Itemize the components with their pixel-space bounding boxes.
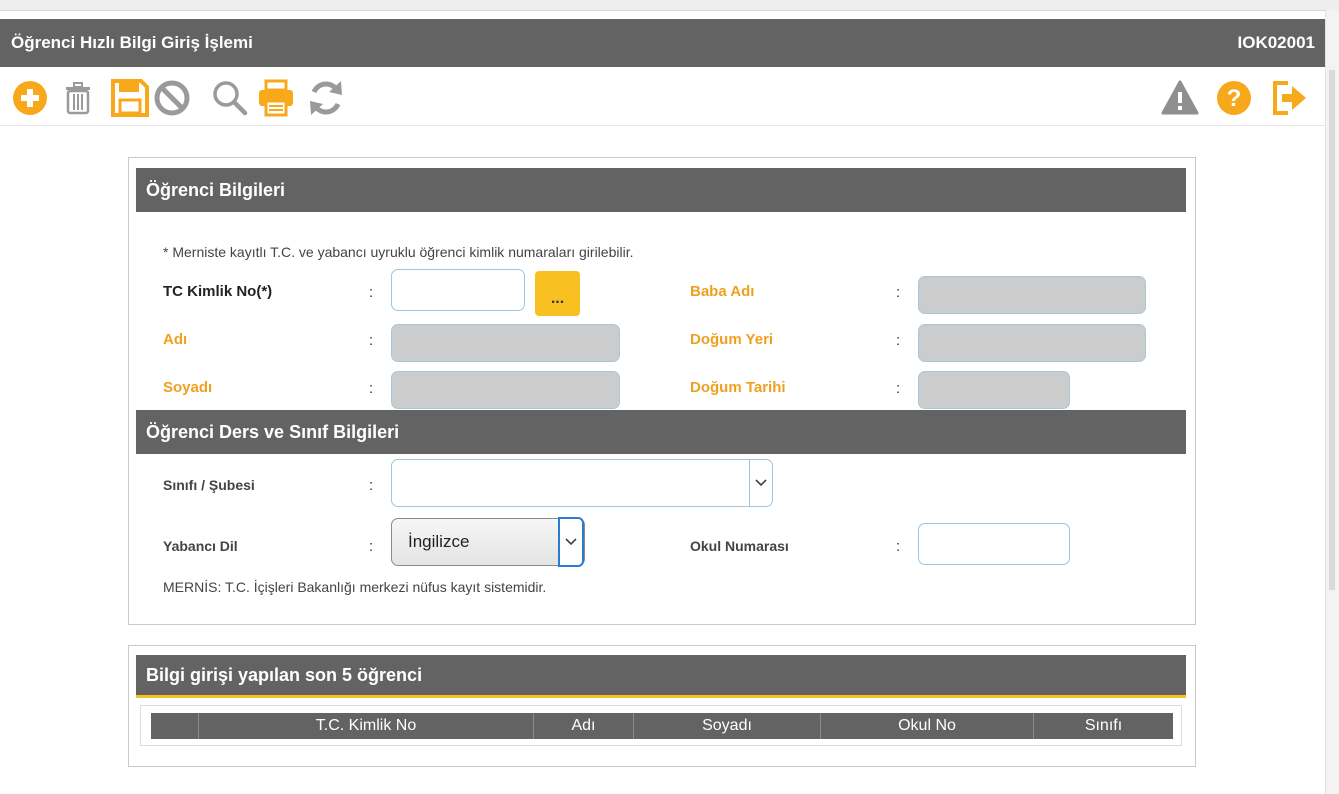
column-header: Okul No <box>821 713 1034 739</box>
birthplace-label: Doğum Yeri <box>690 331 774 348</box>
tc-label: TC Kimlik No(*) <box>163 283 273 300</box>
name-label: Adı <box>163 331 188 348</box>
section-title: Öğrenci Ders ve Sınıf Bilgileri <box>146 421 400 442</box>
vertical-scrollbar[interactable] <box>1325 10 1339 794</box>
add-icon[interactable] <box>10 78 50 118</box>
top-strip <box>0 0 1339 11</box>
surname-field <box>391 371 620 409</box>
svg-text:?: ? <box>1227 85 1242 112</box>
page-header: Öğrenci Hızlı Bilgi Giriş İşlemi IOK0200… <box>0 19 1326 67</box>
column-header: Adı <box>534 713 634 739</box>
tc-lookup-button[interactable]: ... <box>535 271 580 316</box>
mernis-footnote: MERNİS: T.C. İçişleri Bakanlığı merkezi … <box>163 579 547 595</box>
warning-icon[interactable] <box>1160 78 1200 118</box>
colon: : <box>369 477 374 494</box>
father-name-field <box>918 276 1146 314</box>
language-select-value: İngilizce <box>408 532 470 551</box>
school-no-input[interactable] <box>918 523 1070 565</box>
student-info-header: Öğrenci Bilgileri <box>136 168 1186 212</box>
section-title: Öğrenci Bilgileri <box>146 179 286 200</box>
column-header <box>151 713 199 739</box>
section-title: Bilgi girişi yapılan son 5 öğrenci <box>146 664 423 685</box>
surname-label: Soyadı <box>163 379 213 396</box>
chevron-down-icon[interactable] <box>558 517 584 567</box>
colon: : <box>896 332 901 349</box>
colon: : <box>896 380 901 397</box>
class-label: Sınıfı / Şubesi <box>163 477 255 493</box>
birthdate-label: Doğum Tarihi <box>690 379 786 396</box>
colon: : <box>369 284 374 301</box>
name-field <box>391 324 620 362</box>
language-label: Yabancı Dil <box>163 538 238 554</box>
save-icon[interactable] <box>110 78 150 118</box>
recent-students-table: T.C. Kimlik No Adı Soyadı Okul No Sınıfı <box>140 705 1182 746</box>
print-icon[interactable] <box>256 78 296 118</box>
class-select[interactable] <box>391 459 773 507</box>
column-header: T.C. Kimlik No <box>199 713 534 739</box>
page-code: IOK02001 <box>1237 33 1316 52</box>
exit-icon[interactable] <box>1270 78 1310 118</box>
colon: : <box>369 380 374 397</box>
cancel-icon[interactable] <box>152 78 192 118</box>
language-select[interactable]: İngilizce <box>391 517 585 567</box>
mernis-note: * Merniste kayıtlı T.C. ve yabancı uyruk… <box>163 244 634 260</box>
tc-input[interactable] <box>391 269 525 311</box>
page-title: Öğrenci Hızlı Bilgi Giriş İşlemi <box>11 33 253 52</box>
course-info-header: Öğrenci Ders ve Sınıf Bilgileri <box>136 410 1186 454</box>
colon: : <box>369 538 374 555</box>
colon: : <box>896 538 901 555</box>
chevron-down-icon[interactable] <box>749 460 772 506</box>
birthplace-field <box>918 324 1146 362</box>
column-header: Sınıfı <box>1084 717 1123 734</box>
father-name-label: Baba Adı <box>690 283 755 300</box>
colon: : <box>896 284 901 301</box>
toolbar: ? <box>0 67 1326 126</box>
colon: : <box>369 332 374 349</box>
scrollbar-thumb[interactable] <box>1329 70 1335 590</box>
birthdate-field <box>918 371 1070 409</box>
column-header: Soyadı <box>634 713 821 739</box>
school-no-label: Okul Numarası <box>690 538 789 554</box>
table-header: T.C. Kimlik No Adı Soyadı Okul No Sınıfı <box>151 713 1173 739</box>
search-icon[interactable] <box>210 78 250 118</box>
refresh-icon[interactable] <box>306 78 346 118</box>
trash-icon[interactable] <box>58 78 98 118</box>
help-icon[interactable]: ? <box>1214 78 1254 118</box>
recent-students-header: Bilgi girişi yapılan son 5 öğrenci <box>136 655 1186 698</box>
